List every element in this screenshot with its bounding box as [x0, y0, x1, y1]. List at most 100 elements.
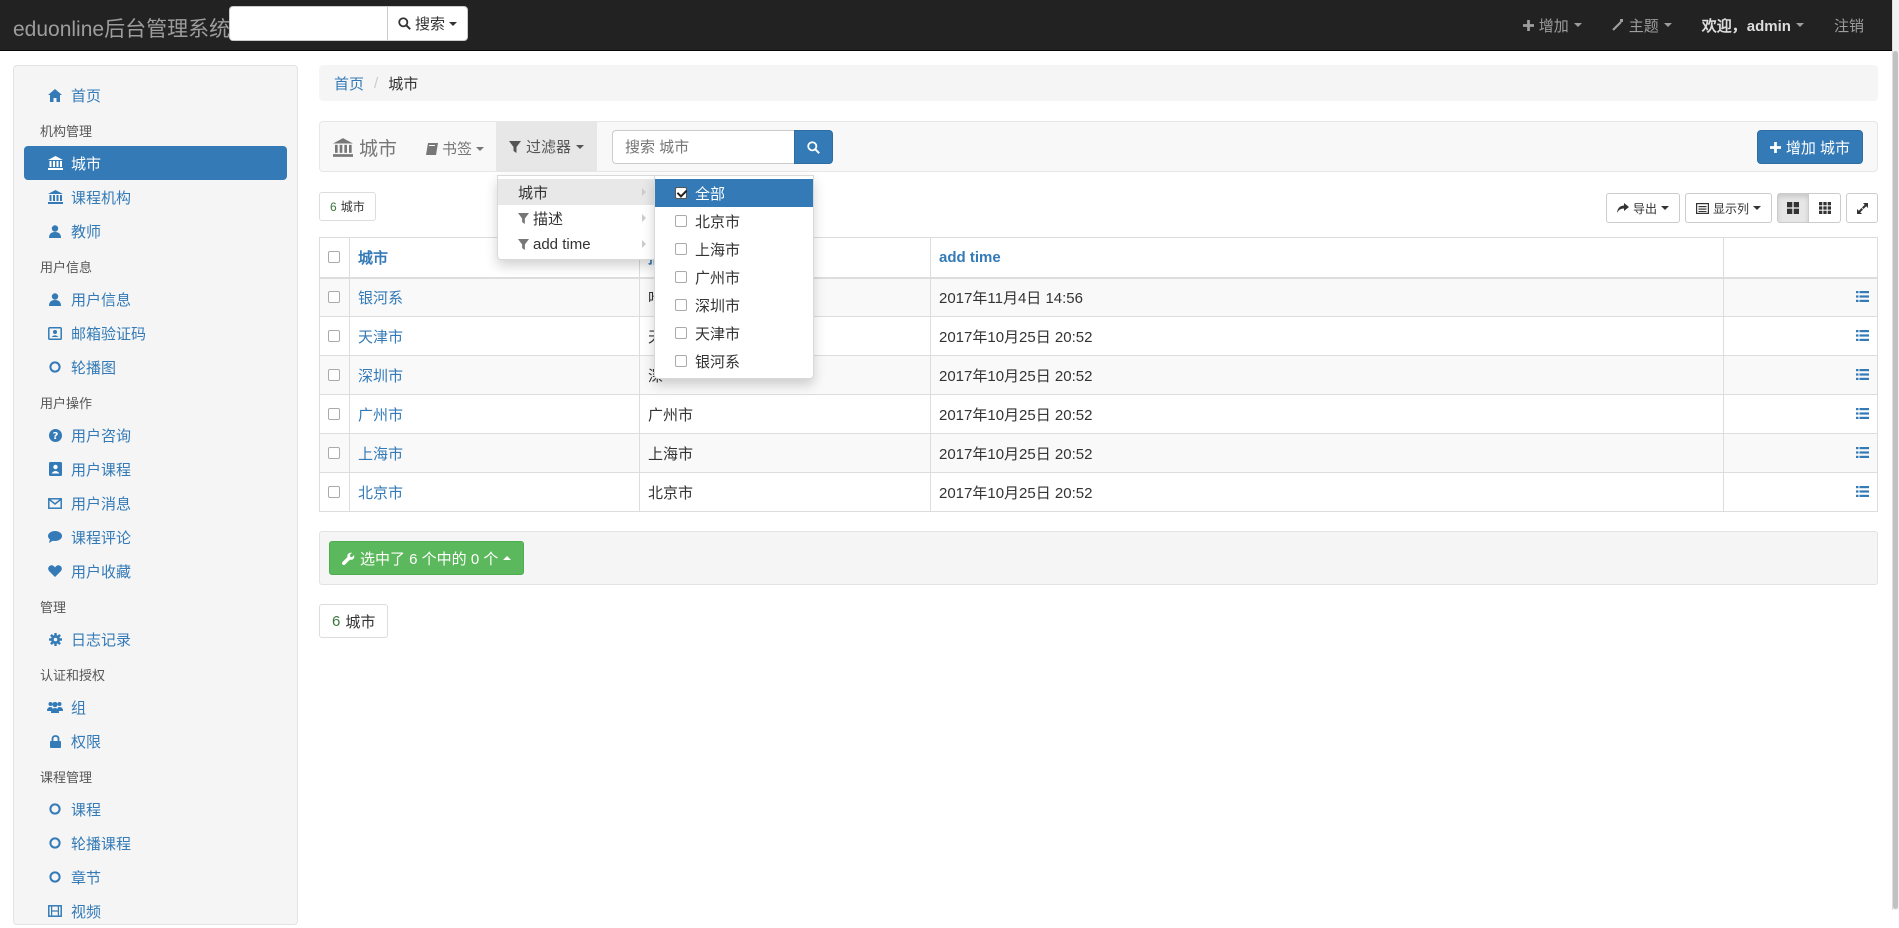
select-all-checkbox[interactable]	[328, 251, 340, 264]
list-search-input[interactable]	[612, 130, 794, 164]
option-checkbox[interactable]	[675, 327, 687, 339]
row-actions-cell	[1723, 433, 1878, 473]
sidebar-item-label: 首页	[71, 87, 102, 105]
sidebar-item-course-org[interactable]: 课程机构	[24, 180, 287, 214]
city-option[interactable]: 深圳市	[655, 291, 813, 319]
sidebar-item-city[interactable]: 城市	[24, 146, 287, 180]
row-checkbox[interactable]	[328, 486, 340, 498]
city-link[interactable]: 深圳市	[349, 355, 640, 395]
sidebar-item-chapter[interactable]: 章节	[24, 860, 287, 894]
row-checkbox[interactable]	[328, 447, 340, 459]
list-icon[interactable]	[1856, 368, 1869, 380]
sidebar-item-label: 日志记录	[71, 631, 132, 649]
sidebar-item-teacher[interactable]: 教师	[24, 214, 287, 248]
brand-title[interactable]: eduonline后台管理系统	[13, 13, 230, 43]
column-header-add-time[interactable]: add time	[930, 237, 1724, 279]
city-option[interactable]: 天津市	[655, 319, 813, 347]
fullscreen-button[interactable]	[1846, 193, 1878, 223]
filter-menu-toggle[interactable]: 过滤器	[496, 121, 597, 172]
sidebar-item-group[interactable]: 组	[24, 690, 287, 724]
sidebar-item-permission[interactable]: 权限	[24, 724, 287, 758]
option-checkbox[interactable]	[675, 271, 687, 283]
add-city-button[interactable]: 增加 城市	[1756, 130, 1863, 164]
sidebar-item-user-ask[interactable]: ? 用户咨询	[24, 418, 287, 452]
row-select-cell	[319, 394, 350, 434]
nav-search-button[interactable]: 搜索	[387, 6, 468, 41]
row-actions-cell	[1723, 394, 1878, 434]
city-link[interactable]: 广州市	[349, 394, 640, 434]
export-button[interactable]: 导出	[1605, 193, 1680, 223]
option-checkbox[interactable]	[675, 355, 687, 367]
nav-search-label: 搜索	[414, 16, 445, 33]
user-icon	[47, 292, 63, 306]
city-option[interactable]: 上海市	[655, 235, 813, 263]
nav-user-menu[interactable]: 欢迎，admin	[1687, 0, 1819, 50]
option-checkbox[interactable]	[675, 299, 687, 311]
list-icon[interactable]	[1856, 407, 1869, 419]
filter-icon	[518, 212, 529, 224]
sidebar-item-label: 视频	[71, 903, 102, 921]
nav-theme-menu[interactable]: 主题	[1597, 0, 1687, 50]
list-icon[interactable]	[1856, 485, 1869, 497]
columns-button[interactable]: 显示列	[1684, 193, 1772, 223]
scrollbar-thumb[interactable]	[1893, 51, 1898, 909]
filter-item-city[interactable]: 城市	[498, 179, 656, 205]
nav-add-menu[interactable]: 增加	[1508, 0, 1597, 50]
row-checkbox[interactable]	[328, 369, 340, 381]
sidebar-section-header: 课程管理	[40, 769, 93, 785]
list-icon[interactable]	[1856, 329, 1869, 341]
sidebar-item-log[interactable]: 日志记录	[24, 622, 287, 656]
sidebar-item-video[interactable]: 视频	[24, 894, 287, 928]
sidebar-item-course[interactable]: 课程	[24, 792, 287, 826]
city-link[interactable]: 银河系	[349, 277, 640, 317]
filter-item-desc[interactable]: 描述	[498, 205, 656, 231]
sidebar-item-email-code[interactable]: 邮箱验证码	[24, 316, 287, 350]
city-link[interactable]: 天津市	[349, 316, 640, 356]
city-option[interactable]: 银河系	[655, 347, 813, 375]
row-checkbox[interactable]	[328, 291, 340, 304]
sidebar-item-course-comment[interactable]: 课程评论	[24, 520, 287, 554]
layout-table-button[interactable]	[1777, 193, 1809, 223]
sidebar-item-label: 课程机构	[71, 189, 132, 207]
filter-dropdown-menu: 城市 描述 add time	[497, 175, 657, 260]
option-checkbox[interactable]	[675, 243, 687, 255]
breadcrumb-home-link[interactable]: 首页	[334, 73, 364, 94]
city-link[interactable]: 上海市	[349, 433, 640, 473]
row-select-cell	[319, 472, 350, 512]
bulk-actions-button[interactable]: 选中了 6 个中的 0 个	[329, 541, 525, 575]
heart-icon	[47, 565, 63, 577]
row-select-cell	[319, 316, 350, 356]
sidebar: 首页 机构管理 城市 课程机构 教师 用户信息 用户信息 邮箱验证码 轮播图 用…	[13, 65, 298, 925]
city-option-all[interactable]: 全部	[655, 179, 813, 207]
city-option[interactable]: 广州市	[655, 263, 813, 291]
bookmark-menu[interactable]: 书签	[426, 138, 485, 159]
sidebar-item-user-course[interactable]: 用户课程	[24, 452, 287, 486]
sidebar-item-user-message[interactable]: 用户消息	[24, 486, 287, 520]
sidebar-item-banner[interactable]: 轮播图	[24, 350, 287, 384]
filter-item-add-time[interactable]: add time	[498, 231, 656, 257]
row-checkbox[interactable]	[328, 330, 340, 342]
sidebar-item-banner-course[interactable]: 轮播课程	[24, 826, 287, 860]
row-select-cell	[319, 433, 350, 473]
row-checkbox[interactable]	[328, 408, 340, 420]
sidebar-item-home[interactable]: 首页	[24, 78, 287, 112]
option-checkbox[interactable]	[675, 215, 687, 227]
list-icon[interactable]	[1856, 446, 1869, 458]
desc-cell: 上海市	[639, 433, 931, 473]
city-option[interactable]: 北京市	[655, 207, 813, 235]
nav-search-input[interactable]	[229, 6, 387, 41]
list-search-button[interactable]	[794, 130, 833, 164]
result-count-label: 城市	[340, 200, 365, 214]
list-icon[interactable]	[1856, 290, 1869, 302]
checked-checkbox[interactable]	[675, 187, 687, 199]
nav-logout-link[interactable]: 注销	[1819, 0, 1899, 50]
sidebar-section-header: 机构管理	[40, 123, 93, 139]
city-option-label: 广州市	[695, 269, 741, 287]
layout-compact-button[interactable]	[1809, 193, 1841, 223]
city-link[interactable]: 北京市	[349, 472, 640, 512]
nav-welcome-label: 欢迎，admin	[1701, 17, 1791, 35]
sidebar-item-user-info[interactable]: 用户信息	[24, 282, 287, 316]
page-scrollbar[interactable]	[1892, 0, 1899, 910]
sidebar-item-label: 章节	[71, 869, 102, 887]
sidebar-item-user-fav[interactable]: 用户收藏	[24, 554, 287, 588]
